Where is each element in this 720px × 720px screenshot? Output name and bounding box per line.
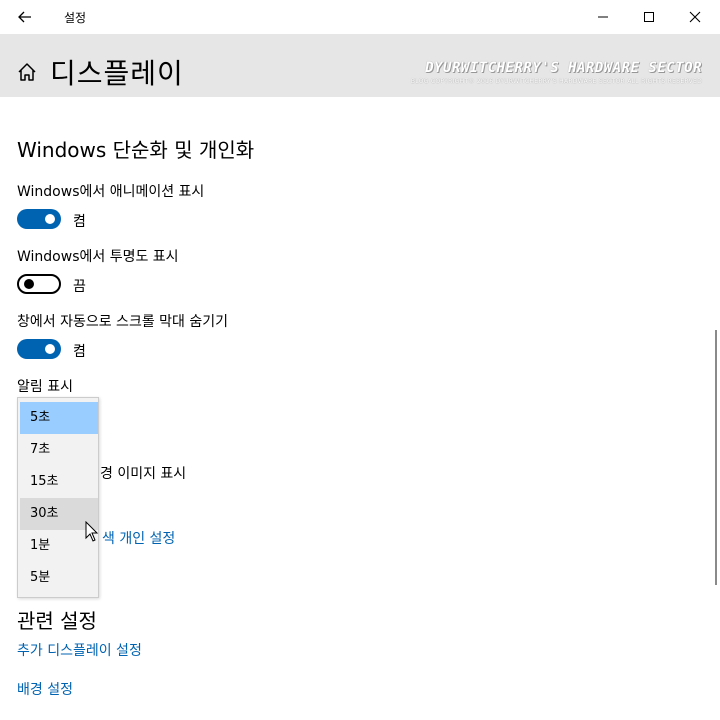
watermark-subtext: BLOG COPYRIGHT© 2016 DYURWITCHERRY'S HAR… xyxy=(410,78,702,85)
toggle-knob xyxy=(45,214,55,224)
back-arrow-icon[interactable] xyxy=(14,6,36,28)
watermark: DYURWITCHERRY'S HARDWARE SECTOR xyxy=(425,60,702,76)
scrollbar-hide-toggle[interactable] xyxy=(17,339,61,359)
dropdown-option-15s[interactable]: 15초 xyxy=(20,466,98,498)
transparency-toggle[interactable] xyxy=(17,274,61,294)
page-title: 디스플레이 xyxy=(50,57,184,90)
additional-display-settings-link[interactable]: 추가 디스플레이 설정 xyxy=(17,640,142,660)
dropdown-option-5s[interactable]: 5초 xyxy=(20,402,98,434)
color-personalization-link[interactable]: 색 개인 설정 xyxy=(102,528,175,548)
related-settings-title: 관련 설정 xyxy=(17,609,97,633)
minimize-button[interactable] xyxy=(580,0,626,34)
vertical-scrollbar[interactable] xyxy=(715,330,717,585)
scrollbar-hide-label: 창에서 자동으로 스크롤 막대 숨기기 xyxy=(17,314,228,330)
notification-duration-dropdown[interactable]: 5초 7초 15초 30초 1분 5분 xyxy=(17,397,99,598)
background-image-label: 경 이미지 표시 xyxy=(100,466,187,482)
animation-label: Windows에서 애니메이션 표시 xyxy=(17,184,205,200)
animation-toggle[interactable] xyxy=(17,209,61,229)
page-header: 디스플레이 DYURWITCHERRY'S HARDWARE SECTOR BL… xyxy=(0,34,720,97)
home-icon[interactable] xyxy=(16,61,38,83)
transparency-toggle-state: 끔 xyxy=(73,279,86,295)
close-button[interactable] xyxy=(672,0,718,34)
window-title: 설정 xyxy=(64,11,87,25)
background-settings-link[interactable]: 배경 설정 xyxy=(17,679,73,699)
toggle-knob xyxy=(24,279,34,289)
dropdown-option-7s[interactable]: 7초 xyxy=(20,434,98,466)
notification-label: 알림 표시 xyxy=(17,379,73,395)
close-icon xyxy=(689,11,701,23)
dropdown-option-5m[interactable]: 5분 xyxy=(20,562,98,594)
scrollbar-hide-toggle-state: 켬 xyxy=(73,344,86,360)
animation-toggle-state: 켬 xyxy=(73,214,86,230)
mouse-cursor-icon xyxy=(85,520,99,543)
maximize-icon xyxy=(644,12,654,22)
title-bar: 설정 xyxy=(0,0,720,34)
maximize-button[interactable] xyxy=(626,0,672,34)
transparency-label: Windows에서 투명도 표시 xyxy=(17,249,179,265)
minimize-icon xyxy=(598,16,608,18)
toggle-knob xyxy=(45,344,55,354)
section-title: Windows 단순화 및 개인화 xyxy=(17,138,255,162)
